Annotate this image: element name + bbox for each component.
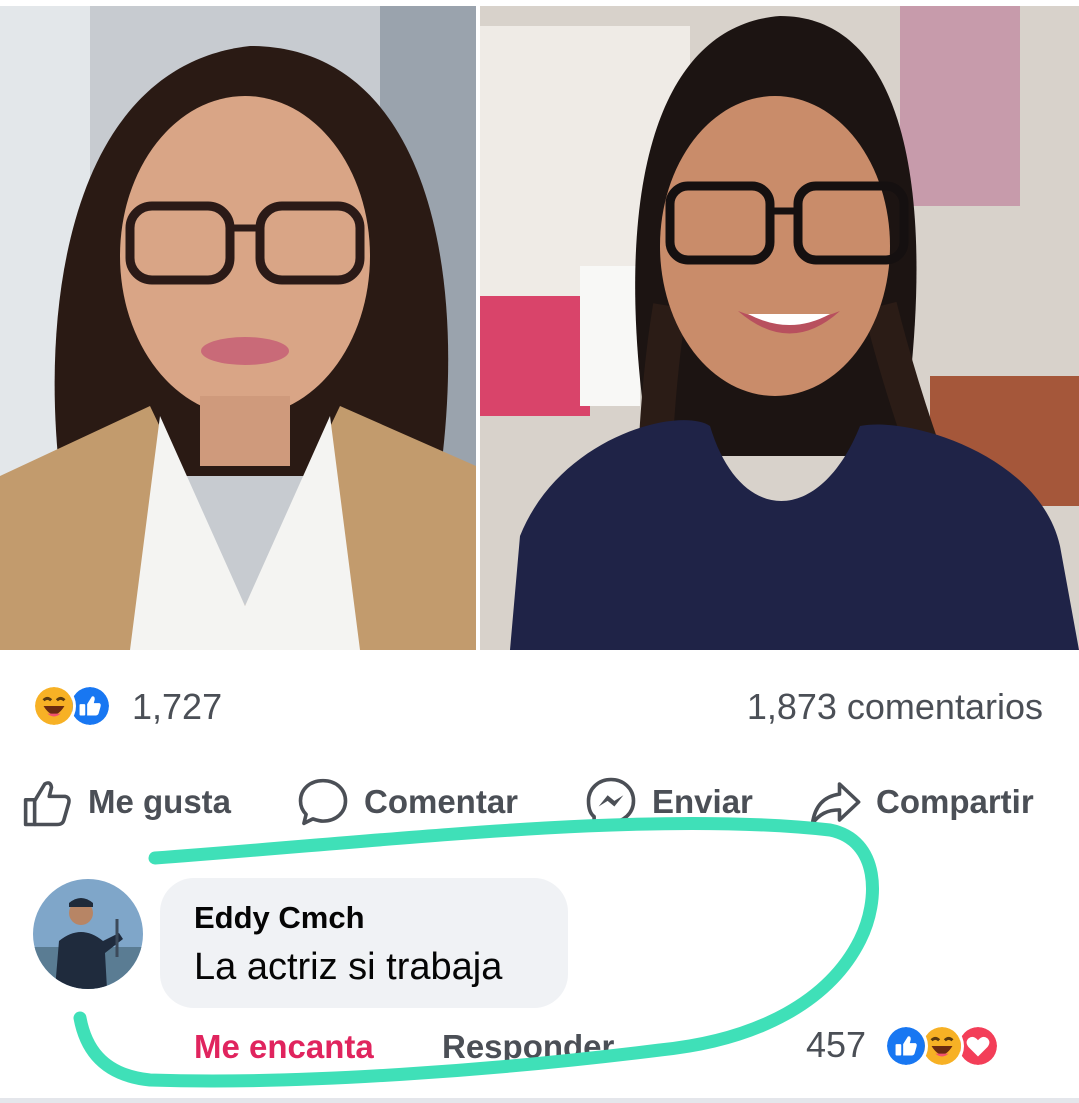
comment-bubble[interactable]: Eddy Cmch La actriz si trabaja bbox=[160, 878, 568, 1008]
comment-reply-link[interactable]: Responder bbox=[442, 1028, 614, 1066]
haha-icon bbox=[32, 684, 76, 728]
post-photos[interactable] bbox=[0, 6, 1079, 650]
send-button-label: Enviar bbox=[652, 783, 753, 820]
comment-reaction-count[interactable]: 457 bbox=[806, 1024, 866, 1066]
avatar-image bbox=[33, 879, 143, 989]
comment-bubble-icon bbox=[298, 778, 348, 826]
like-button[interactable]: Me gusta bbox=[20, 770, 231, 834]
post-stats-row: 1,727 1,873 comentarios bbox=[0, 676, 1079, 732]
bottom-divider bbox=[0, 1098, 1079, 1103]
comment-author[interactable]: Eddy Cmch bbox=[194, 900, 365, 936]
messenger-icon bbox=[586, 777, 636, 828]
comment-love-link[interactable]: Me encanta bbox=[194, 1028, 374, 1066]
commenter-avatar[interactable] bbox=[33, 879, 143, 989]
like-icon bbox=[884, 1024, 928, 1068]
post-reaction-count[interactable]: 1,727 bbox=[132, 686, 222, 728]
right-photo-illustration bbox=[480, 6, 1079, 650]
send-button[interactable]: Enviar bbox=[584, 770, 753, 834]
post-action-bar: Me gusta Comentar Enviar Compartir bbox=[0, 770, 1079, 834]
post-comment-count[interactable]: 1,873 comentarios bbox=[747, 686, 1043, 728]
comment-actions-row: Me encanta Responder 457 bbox=[0, 1022, 1079, 1078]
left-photo-illustration bbox=[0, 6, 476, 650]
share-button[interactable]: Compartir bbox=[808, 770, 1034, 834]
share-arrow-icon bbox=[810, 782, 861, 826]
right-photo[interactable] bbox=[480, 6, 1079, 650]
comment-button-label: Comentar bbox=[364, 783, 519, 820]
like-button-label: Me gusta bbox=[88, 783, 232, 820]
left-photo[interactable] bbox=[0, 6, 476, 650]
comment-reaction-icons[interactable] bbox=[884, 1024, 1028, 1068]
share-button-label: Compartir bbox=[876, 783, 1034, 820]
comment-text: La actriz si trabaja bbox=[194, 946, 503, 988]
comment-button[interactable]: Comentar bbox=[296, 770, 518, 834]
thumbs-up-icon bbox=[23, 781, 71, 827]
post-reaction-icons[interactable] bbox=[32, 684, 124, 728]
